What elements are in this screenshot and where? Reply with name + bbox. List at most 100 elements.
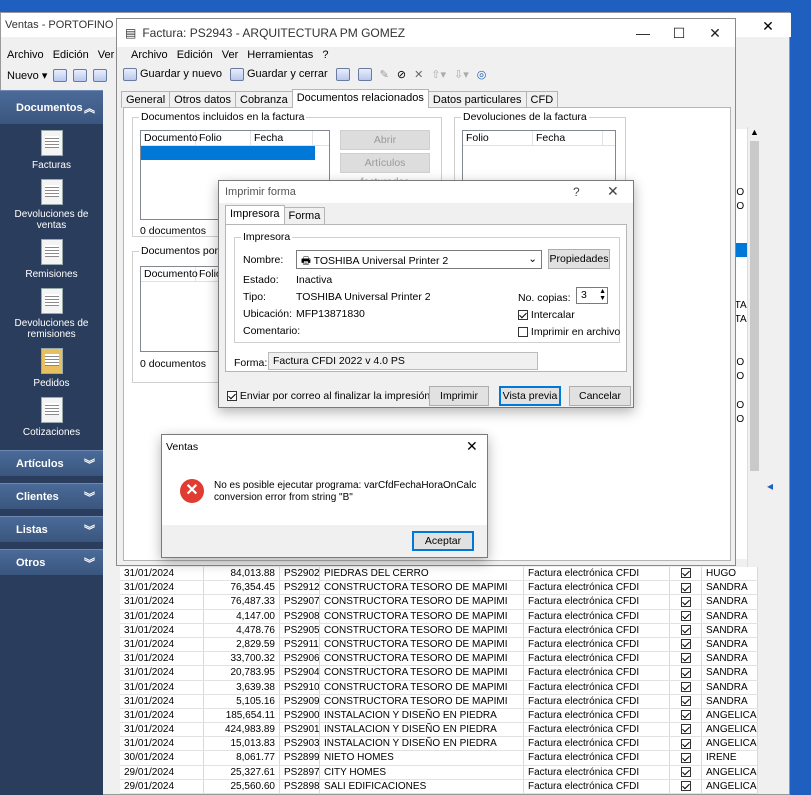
cell-forma: Factura electrónica CFDI	[524, 751, 670, 765]
sidebar-header-documentos[interactable]: Documentos ︽	[0, 90, 103, 124]
checkbox-icon	[680, 582, 691, 593]
table-row[interactable]: 31/01/2024 2,829.59 PS2911 CONSTRUCTORA TES…	[120, 637, 758, 653]
tab-documentos-relacionados[interactable]: Documentos relacionados	[291, 89, 429, 108]
main-close-button[interactable]: ✕	[753, 16, 783, 36]
save-close-button[interactable]: Guardar y cerrar	[229, 67, 328, 81]
table-row[interactable]: 31/01/2024 5,105.16 PS2909 CONSTRUCTORA TES…	[120, 694, 758, 709]
table-row[interactable]: 29/01/2024 25,560.60 PS2898 SALI EDIFICACIO…	[120, 779, 758, 794]
table-row[interactable]: 31/01/2024 15,013.83 PS2903 INSTALACION Y D…	[120, 737, 758, 752]
sidebar-item-facturas[interactable]: Facturas	[0, 130, 103, 171]
main-menu-edicion[interactable]: Edición	[53, 49, 89, 61]
cell-fecha: 31/01/2024	[120, 581, 204, 595]
table-row[interactable]: 31/01/2024 424,983.89 PS2901 INSTALACION Y …	[120, 723, 758, 738]
sidebar-header-otros[interactable]: Otros ︾	[0, 549, 103, 575]
selected-row[interactable]	[141, 146, 315, 160]
table-row[interactable]: 31/01/2024 3,639.38 PS2910 CONSTRUCTORA TES…	[120, 680, 758, 695]
orders-icon	[40, 348, 63, 374]
cell-agente: ANGELICA	[702, 737, 758, 751]
tab-forma[interactable]: Forma	[283, 207, 326, 224]
menu-ver[interactable]: Ver	[222, 49, 239, 61]
enviar-correo-checkbox[interactable]: Enviar por correo al finalizar la impres…	[227, 390, 430, 402]
articulos-facturados-button[interactable]: Artículos facturados	[340, 153, 430, 188]
preview-icon[interactable]	[357, 67, 372, 81]
sidebar-item-remisiones[interactable]: Remisiones	[0, 239, 103, 280]
down-icon[interactable]: ⇩▾	[454, 68, 469, 81]
help-icon[interactable]: ◎	[477, 68, 487, 81]
table-row[interactable]: 31/01/2024 185,654.11 PS2900 INSTALACION Y …	[120, 708, 758, 724]
edit-icon[interactable]	[93, 69, 108, 82]
export-icon[interactable]	[73, 69, 88, 82]
table-row[interactable]: 31/01/2024 4,478.76 PS2905 CONSTRUCTORA TES…	[120, 623, 758, 638]
table-row[interactable]: 29/01/2024 25,327.61 PS2897 CITY HOMES Factu…	[120, 765, 758, 780]
cancelar-button[interactable]: Cancelar	[569, 386, 631, 406]
save-new-button[interactable]: Guardar y nuevo	[123, 67, 222, 81]
pencil-icon[interactable]: ✎	[380, 68, 389, 81]
tab-cobranza[interactable]: Cobranza	[235, 91, 293, 108]
error-close-button[interactable]: ✕	[466, 438, 478, 455]
sidebar-item-devoluciones-ventas[interactable]: Devoluciones de ventas	[0, 179, 103, 231]
tab-general[interactable]: General	[121, 91, 171, 108]
sidebar-header-listas[interactable]: Listas ︾	[0, 516, 103, 542]
cell-agente: SANDRA	[702, 581, 758, 595]
menu-edicion[interactable]: Edición	[177, 49, 213, 61]
main-menu-archivo[interactable]: Archivo	[7, 49, 44, 61]
cell-forma: Factura electrónica CFDI	[524, 723, 670, 737]
scroll-thumb[interactable]	[750, 141, 759, 471]
sidebar-header-articulos[interactable]: Artículos ︾	[0, 450, 103, 476]
sidebar-item-cotizaciones[interactable]: Cotizaciones	[0, 397, 103, 438]
sidebar-header-clientes[interactable]: Clientes ︾	[0, 483, 103, 509]
cell-agente: SANDRA	[702, 637, 758, 652]
stepper-arrows-icon[interactable]: ▲ ▼	[599, 288, 606, 302]
menu-archivo[interactable]: Archivo	[131, 49, 168, 61]
row-checkbox	[670, 694, 702, 708]
tab-datos-particulares[interactable]: Datos particulares	[427, 91, 527, 108]
up-icon[interactable]: ⇧▾	[431, 68, 446, 81]
printer-select[interactable]: 🖶 TOSHIBA Universal Printer 2 ⌄	[296, 250, 542, 269]
cell-fecha: 31/01/2024	[120, 737, 204, 751]
close-button[interactable]: ✕	[697, 19, 733, 47]
tab-otros-datos[interactable]: Otros datos	[169, 91, 236, 108]
table-row[interactable]: 31/01/2024 4,147.00 PS2908 CONSTRUCTORA TES…	[120, 609, 758, 624]
cancel-icon[interactable]: ⊘	[397, 68, 406, 81]
aceptar-button[interactable]: Aceptar	[412, 531, 474, 551]
propiedades-button[interactable]: Propiedades	[548, 249, 610, 269]
table-row[interactable]: 31/01/2024 33,700.32 PS2906 CONSTRUCTORA TE…	[120, 652, 758, 667]
menu-herramientas[interactable]: Herramientas	[247, 49, 313, 61]
table-row[interactable]: 31/01/2024 76,354.45 PS2912 CONSTRUCTORA TE…	[120, 581, 758, 596]
cell-folio: PS2898	[280, 779, 320, 793]
scroll-up-icon[interactable]: ▲	[748, 127, 761, 137]
main-menu-ver[interactable]: Ver	[98, 49, 115, 61]
print-close-button[interactable]: ✕	[607, 183, 619, 200]
table-row[interactable]: 31/01/2024 84,013.88 PS2902 PIEDRAS DEL CER…	[120, 567, 758, 582]
table-row[interactable]: 30/01/2024 8,061.77 PS2899 NIETO HOMES Factu…	[120, 751, 758, 766]
sidebar-item-pedidos[interactable]: Pedidos	[0, 348, 103, 389]
forma-field[interactable]: Factura CFDI 2022 v 4.0 PS	[268, 352, 538, 370]
imprimir-archivo-checkbox[interactable]: Imprimir en archivo	[518, 326, 620, 338]
tab-impresora[interactable]: Impresora	[225, 205, 285, 224]
tab-cfd[interactable]: CFD	[525, 91, 559, 108]
new-button[interactable]: Nuevo ▾	[7, 69, 47, 82]
open-icon[interactable]	[53, 69, 68, 82]
table-row[interactable]: 31/01/2024 20,783.95 PS2904 CONSTRUCTORA TE…	[120, 666, 758, 681]
cell-fecha: 31/01/2024	[120, 595, 204, 609]
menu-help[interactable]: ?	[322, 49, 328, 61]
cell-importe: 20,783.95	[204, 666, 280, 680]
delete-icon[interactable]: ✕	[414, 68, 423, 81]
cell-fecha: 31/01/2024	[120, 666, 204, 680]
back-arrow-icon[interactable]: ◂	[767, 479, 773, 493]
vista-previa-button[interactable]: Vista previa	[499, 386, 561, 406]
copias-stepper[interactable]: 3 ▲ ▼	[576, 287, 608, 304]
print-icon[interactable]	[335, 67, 350, 81]
abrir-button[interactable]: Abrir	[340, 130, 430, 150]
row-checkbox	[670, 680, 702, 694]
maximize-button[interactable]: ☐	[661, 19, 697, 47]
print-help-button[interactable]: ?	[573, 185, 580, 199]
intercalar-checkbox[interactable]: Intercalar	[518, 309, 575, 321]
minimize-button[interactable]: —	[625, 19, 661, 47]
cell-importe: 15,013.83	[204, 737, 280, 751]
invoice-grid: 31/01/2024 84,013.88 PS2902 PIEDRAS DEL CER…	[120, 567, 758, 794]
tipo-value: TOSHIBA Universal Printer 2	[296, 291, 431, 303]
table-row[interactable]: 31/01/2024 76,487.33 PS2907 CONSTRUCTORA TE…	[120, 595, 758, 610]
imprimir-button[interactable]: Imprimir	[429, 386, 489, 406]
sidebar-item-devoluciones-remisiones[interactable]: Devoluciones de remisiones	[0, 288, 103, 340]
